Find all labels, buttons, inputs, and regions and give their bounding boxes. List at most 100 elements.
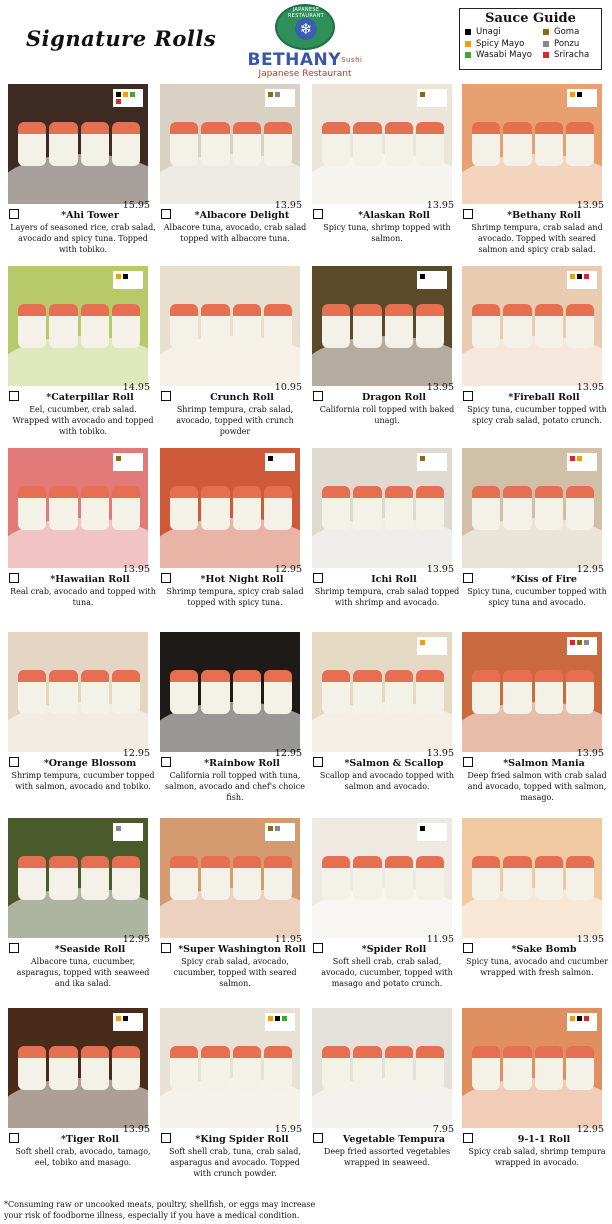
order-checkbox[interactable]: [313, 1133, 323, 1143]
menu-item: *Kiss of Fire 12.95 Spicy tuna, cucumber t…: [462, 448, 612, 608]
sauce-indicator: [570, 92, 575, 97]
menu-item-photo: [160, 266, 300, 386]
menu-item-header: *Sake Bomb 13.95: [462, 934, 612, 956]
menu-item-name: Dragon Roll: [361, 392, 427, 403]
menu-item: 9-1-1 Roll 12.95 Spicy crab salad, shrimp …: [462, 1008, 612, 1168]
menu-item-description: California roll topped with baked unagi.: [319, 405, 455, 425]
menu-item-name: *Sake Bomb: [511, 944, 577, 955]
menu-item-name: *Spider Roll: [361, 944, 427, 955]
order-checkbox[interactable]: [161, 391, 171, 401]
menu-item-description: Deep fried assorted vegetables wrapped i…: [323, 1147, 451, 1167]
menu-item-description: Shrimp tempura, crab salad, avocado, top…: [176, 405, 294, 436]
sauce-tag: [265, 1013, 295, 1031]
menu-item-description: Eel, cucumber, crab salad. Wrapped with …: [12, 405, 154, 436]
sauce-indicator: [420, 92, 425, 97]
order-checkbox[interactable]: [463, 943, 473, 953]
menu-item-photo: [312, 84, 452, 204]
menu-item-name: *Hawaiian Roll: [50, 574, 130, 585]
sauce-indicator: [577, 640, 582, 645]
menu-item-price: 13.95: [426, 748, 454, 759]
sauce-indicator: [116, 274, 121, 279]
sauce-indicator: [584, 1016, 589, 1021]
menu-item-price: 12.95: [576, 1124, 604, 1135]
menu-item: *Seaside Roll 12.95 Albacore tuna, cucumbe…: [8, 818, 158, 989]
menu-item-description: Spicy crab salad, avocado, cucumber, top…: [173, 957, 297, 988]
menu-item-name: *Seaside Roll: [54, 944, 126, 955]
sauce-indicator: [420, 826, 425, 831]
order-checkbox[interactable]: [161, 209, 171, 219]
order-checkbox[interactable]: [9, 209, 19, 219]
sauce-indicator: [577, 1016, 582, 1021]
menu-item-name: *Rainbow Roll: [204, 758, 280, 769]
sauce-tag: [567, 89, 597, 107]
order-checkbox[interactable]: [161, 757, 171, 767]
menu-item-photo: [462, 632, 602, 752]
menu-item-header: *Salmon Mania 13.95: [462, 748, 612, 770]
menu-item-header: *Rainbow Roll 12.95: [160, 748, 310, 770]
order-checkbox[interactable]: [161, 573, 171, 583]
order-checkbox[interactable]: [313, 209, 323, 219]
order-checkbox[interactable]: [463, 209, 473, 219]
order-checkbox[interactable]: [313, 757, 323, 767]
menu-item-price: 13.95: [122, 1124, 150, 1135]
menu-item-description: Spicy tuna, shrimp topped with salmon.: [323, 223, 451, 243]
menu-item: Vegetable Tempura 7.95 Deep fried assorted…: [312, 1008, 462, 1168]
order-checkbox[interactable]: [9, 391, 19, 401]
menu-item-photo: [8, 1008, 148, 1128]
menu-item-header: *Hot Night Roll 12.95: [160, 564, 310, 586]
menu-item-header: *Bethany Roll 13.95: [462, 200, 612, 222]
sauce-indicator: [577, 274, 582, 279]
order-checkbox[interactable]: [9, 573, 19, 583]
order-checkbox[interactable]: [463, 573, 473, 583]
order-checkbox[interactable]: [9, 757, 19, 767]
order-checkbox[interactable]: [313, 391, 323, 401]
menu-item-description: Soft shell crab, avocado, tamago, eel, t…: [15, 1147, 151, 1167]
menu-item-photo: [462, 266, 602, 386]
menu-item: *Alaskan Roll 13.95 Spicy tuna, shrimp top…: [312, 84, 462, 244]
menu-item-photo: [312, 632, 452, 752]
order-checkbox[interactable]: [313, 943, 323, 953]
menu-item-name: *Fireball Roll: [508, 392, 580, 403]
menu-item-price: 12.95: [122, 934, 150, 945]
footnote: *Consuming raw or uncooked meats, poultr…: [4, 1200, 316, 1220]
menu-item-header: *King Spider Roll 15.95: [160, 1124, 310, 1146]
menu-item-photo: [160, 84, 300, 204]
order-checkbox[interactable]: [161, 1133, 171, 1143]
sauce-indicator: [420, 640, 425, 645]
menu-item: *Fireball Roll 13.95 Spicy tuna, cucumber …: [462, 266, 612, 426]
sauce-tag: [417, 271, 447, 289]
menu-item: Ichi Roll 13.95 Shrimp tempura, crab salad…: [312, 448, 462, 608]
menu-item-price: 15.95: [122, 200, 150, 211]
order-checkbox[interactable]: [463, 1133, 473, 1143]
menu-item-price: 7.95: [432, 1124, 454, 1135]
menu-item-name: *Albacore Delight: [194, 210, 290, 221]
menu-item-photo: [8, 448, 148, 568]
menu-item-photo: [312, 266, 452, 386]
menu-item-description: Spicy tuna, cucumber topped with spicy c…: [467, 405, 607, 425]
menu-item-header: Ichi Roll 13.95: [312, 564, 462, 586]
menu-item-description: Shrimp tempura, crab salad and avocado. …: [471, 223, 603, 254]
sauce-indicator: [268, 92, 273, 97]
menu-item-price: 13.95: [576, 200, 604, 211]
sauce-indicator: [282, 1016, 287, 1021]
menu-item-description: Albacore tuna, avocado, crab salad toppe…: [163, 223, 307, 243]
order-checkbox[interactable]: [463, 757, 473, 767]
menu-item-photo: [462, 818, 602, 938]
sauce-indicator: [116, 826, 121, 831]
menu-item-name: *Bethany Roll: [507, 210, 581, 221]
order-checkbox[interactable]: [313, 573, 323, 583]
menu-item-description: Soft shell crab, tuna, crab salad, aspar…: [169, 1147, 301, 1178]
menu-item-photo: [462, 448, 602, 568]
menu-item-name: Vegetable Tempura: [342, 1134, 446, 1145]
menu-item-price: 13.95: [576, 934, 604, 945]
menu-item-description: Spicy tuna, cucumber topped with spicy t…: [467, 587, 607, 607]
order-checkbox[interactable]: [9, 943, 19, 953]
order-checkbox[interactable]: [161, 943, 171, 953]
menu-item-price: 13.95: [576, 748, 604, 759]
menu-item: *Hot Night Roll 12.95 Shrimp tempura, spic…: [160, 448, 310, 608]
menu-item-name: *Hot Night Roll: [200, 574, 284, 585]
sauce-indicator: [130, 92, 135, 97]
order-checkbox[interactable]: [463, 391, 473, 401]
menu-item-description: Soft shell crab, crab salad, avocado, cu…: [321, 957, 453, 988]
order-checkbox[interactable]: [9, 1133, 19, 1143]
